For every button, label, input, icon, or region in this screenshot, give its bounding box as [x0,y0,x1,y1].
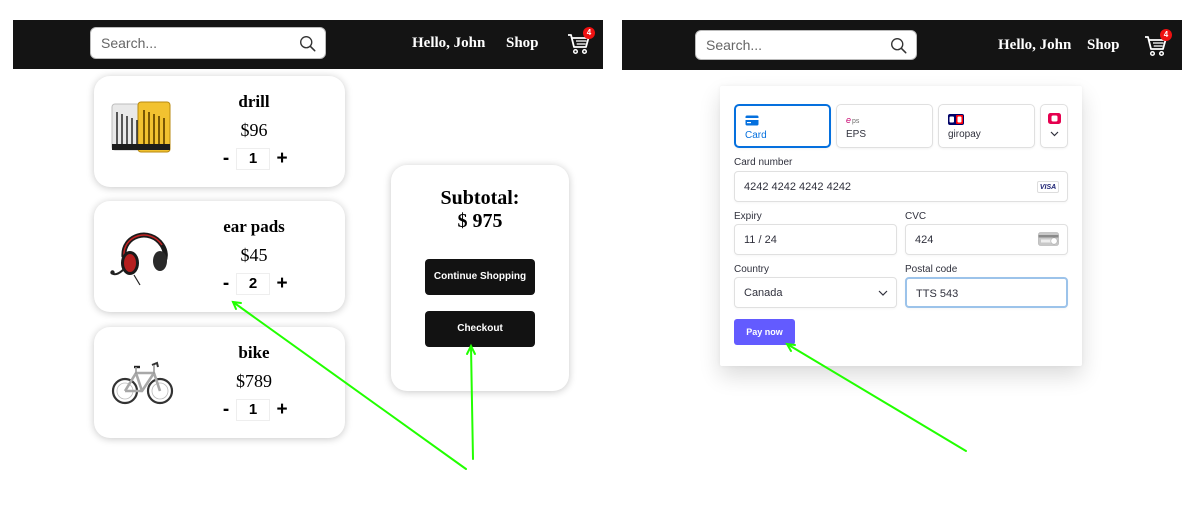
product-price: $96 [240,120,268,140]
bicycle-image [111,361,174,405]
cart-item-drill: drill $96 - 1 + [94,76,345,187]
postal-code-label: Postal code [905,264,958,275]
cart-item-ear-pads: ear pads $45 - 2 + [94,201,345,312]
decrease-quantity-button[interactable]: - [218,148,234,170]
increase-quantity-button[interactable]: + [274,148,290,170]
search-box[interactable] [90,27,326,59]
payment-method-label: Card [745,130,767,141]
quantity-input[interactable]: 1 [236,399,270,421]
search-input[interactable] [101,28,289,58]
drill-bit-set-image [111,101,171,153]
product-name: ear pads [223,217,285,236]
quantity-input[interactable]: 2 [236,273,270,295]
increase-quantity-button[interactable]: + [274,399,290,421]
payment-method-label: giropay [948,129,981,140]
svg-text:ps: ps [852,118,860,125]
card-icon [745,115,759,126]
gaming-headset-image [110,232,168,286]
search-box[interactable] [695,30,917,60]
payment-method-label: EPS [846,129,867,140]
continue-shopping-button[interactable]: Continue Shopping [425,259,535,295]
expiry-value: 11 / 24 [744,234,777,246]
product-price: $789 [236,371,272,391]
cvc-label: CVC [905,211,927,222]
country-select[interactable]: Canada [734,277,897,308]
product-price: $45 [240,245,268,265]
top-navbar: Hello, John Shop 4 [622,20,1182,70]
country-label: Country [734,264,770,275]
cart-count-badge: 4 [583,27,595,39]
svg-text:e: e [846,115,851,125]
cart-button[interactable]: 4 [1144,29,1172,57]
card-number-label: Card number [734,157,793,168]
payment-method-giropay-tab[interactable]: giropay [938,104,1035,148]
chevron-down-icon [1050,131,1059,137]
payment-method-card-tab[interactable]: Card [734,104,831,148]
search-icon[interactable] [299,35,316,52]
postal-code-value: TTS 543 [916,288,959,300]
decrease-quantity-button[interactable]: - [218,273,234,295]
quantity-stepper: - 2 + [218,273,298,295]
checkout-button[interactable]: Checkout [425,311,535,347]
cvc-value: 424 [915,234,934,246]
visa-icon: VISA [1037,181,1059,193]
payment-method-icon [1048,113,1061,124]
cart-item-bike: bike $789 - 1 + [94,327,345,438]
cvc-card-icon [1038,232,1059,246]
card-number-field[interactable]: 4242 4242 4242 4242 VISA [734,171,1068,202]
user-greeting[interactable]: Hello, John [998,37,1071,54]
country-value: Canada [744,287,783,299]
expiry-label: Expiry [734,211,762,222]
pay-now-button[interactable]: Pay now [734,319,795,345]
shop-link[interactable]: Shop [1087,37,1120,54]
expiry-field[interactable]: 11 / 24 [734,224,897,255]
cart-screenshot-panel: Hello, John Shop 4 [0,0,615,510]
payment-form: Card e ps EPS giropay Card number 4242 4… [720,86,1082,366]
search-icon[interactable] [890,37,907,54]
decrease-quantity-button[interactable]: - [218,399,234,421]
user-greeting[interactable]: Hello, John [412,35,485,52]
payment-screenshot-panel: Hello, John Shop 4 Card e [615,0,1203,510]
product-name: bike [238,343,270,362]
cart-button[interactable]: 4 [567,27,595,55]
top-navbar: Hello, John Shop 4 [13,20,603,69]
subtotal-amount: $ 975 [457,210,503,232]
eps-icon: e ps [846,115,860,125]
quantity-stepper: - 1 + [218,399,298,421]
search-input[interactable] [706,31,882,59]
increase-quantity-button[interactable]: + [274,273,290,295]
cvc-field[interactable]: 424 [905,224,1068,255]
product-name: drill [238,92,270,111]
postal-code-field[interactable]: TTS 543 [905,277,1068,308]
chevron-down-icon [878,290,888,296]
payment-method-eps-tab[interactable]: e ps EPS [836,104,933,148]
more-payment-methods-dropdown[interactable] [1040,104,1068,148]
cart-count-badge: 4 [1160,29,1172,41]
shop-link[interactable]: Shop [506,35,539,52]
subtotal-card: Subtotal: $ 975 Continue Shopping Checko… [391,165,569,391]
subtotal-label: Subtotal: [440,187,520,209]
giropay-icon [948,114,964,125]
card-number-value: 4242 4242 4242 4242 [744,181,852,193]
quantity-stepper: - 1 + [218,148,298,170]
quantity-input[interactable]: 1 [236,148,270,170]
